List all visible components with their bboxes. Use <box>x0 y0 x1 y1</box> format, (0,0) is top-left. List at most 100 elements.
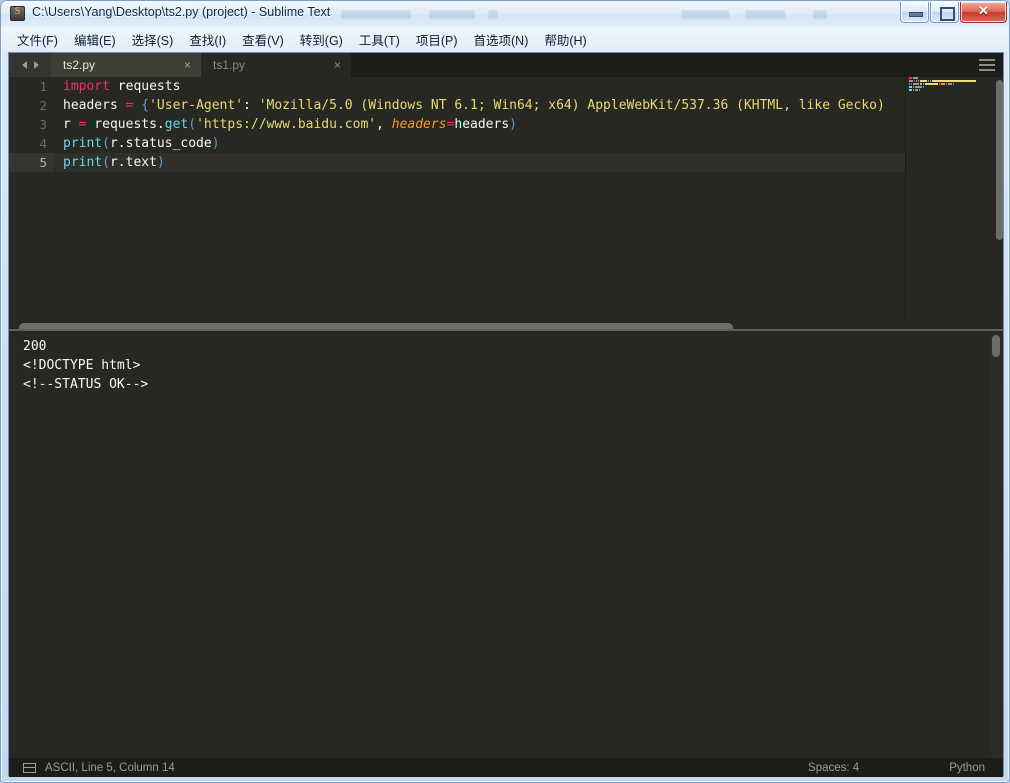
code-token: headers <box>391 117 447 132</box>
code-token: get <box>164 117 189 132</box>
window-title: C:\Users\Yang\Desktop\ts2.py (project) -… <box>32 5 331 19</box>
code-token: print <box>63 136 103 151</box>
build-output-panel[interactable]: 200 <!DOCTYPE html> <!--STATUS OK--> <box>9 329 1003 758</box>
code-token: 'User-Agent' <box>149 98 244 113</box>
code-token: : <box>243 98 251 113</box>
maximize-button[interactable] <box>930 2 959 23</box>
code-token: import <box>63 79 110 94</box>
menu-item-find[interactable]: 查找(I) <box>181 27 234 53</box>
close-icon[interactable]: × <box>184 59 191 71</box>
minimap-token <box>916 80 917 82</box>
console-line: <!DOCTYPE html> <box>23 358 141 373</box>
code-line[interactable]: print(r.text) <box>54 153 905 172</box>
code-token: headers <box>63 98 126 113</box>
minimap-token <box>920 80 927 82</box>
minimap-token <box>909 83 910 85</box>
minimap-token <box>920 83 922 85</box>
code-token: ) <box>211 136 220 151</box>
minimap-token <box>913 89 914 91</box>
panel-layout-icon[interactable] <box>23 762 36 773</box>
window-controls: ✕ <box>899 2 1007 24</box>
minimap-token <box>909 86 912 88</box>
code-token: headers <box>454 117 510 132</box>
menu-item-file[interactable]: 文件(F) <box>9 27 66 53</box>
menu-item-goto[interactable]: 转到(G) <box>292 27 351 53</box>
code-token: ) <box>509 117 517 132</box>
menu-item-view[interactable]: 查看(V) <box>234 27 292 53</box>
code-token: ( <box>188 117 197 132</box>
console-line: <!--STATUS OK--> <box>23 377 149 392</box>
minimap-token <box>915 89 918 91</box>
application-window: C:\Users\Yang\Desktop\ts2.py (project) -… <box>0 0 1010 783</box>
status-bar: ASCII, Line 5, Column 14 Spaces: 4 Pytho… <box>9 758 1003 777</box>
menu-bar: 文件(F) 编辑(E) 选择(S) 查找(I) 查看(V) 转到(G) 工具(T… <box>2 27 1009 53</box>
minimap-token <box>909 80 913 82</box>
tab-label: ts2.py <box>63 58 96 72</box>
menu-item-preferences[interactable]: 首选项(N) <box>466 27 537 53</box>
minimize-button[interactable] <box>900 2 929 23</box>
tab-navigation[interactable] <box>9 53 51 77</box>
code-line[interactable]: import requests <box>54 77 905 96</box>
minimap-token <box>948 83 952 85</box>
code-token: r <box>63 117 79 132</box>
chevron-left-icon[interactable] <box>21 61 27 69</box>
code-line[interactable]: headers = {'User-Agent': 'Mozilla/5.0 (W… <box>54 96 905 115</box>
line-number-gutter: 1 2 3 4 5 <box>9 77 54 320</box>
scrollbar-thumb[interactable] <box>992 335 1000 357</box>
minimap-token <box>911 83 912 85</box>
code-token: { <box>141 98 150 113</box>
tab-ts2-py[interactable]: ts2.py × <box>51 53 201 77</box>
code-token: 'https://www.baidu.com' <box>196 117 377 132</box>
hamburger-menu-icon[interactable] <box>979 59 995 71</box>
code-token: r.text <box>109 155 157 170</box>
code-token: requests <box>109 79 181 94</box>
status-right-group: Spaces: 4 Python <box>808 762 1003 774</box>
minimap-token <box>930 80 931 82</box>
minimap-token <box>914 80 915 82</box>
indentation-setting[interactable]: Spaces: 4 <box>808 762 859 774</box>
code-token: 'Mozilla/5.0 (Windows NT 6.1; Win64; x64… <box>258 98 885 113</box>
minimap-token <box>909 89 912 91</box>
minimap-token <box>913 86 914 88</box>
syntax-setting[interactable]: Python <box>949 762 985 774</box>
menu-item-help[interactable]: 帮助(H) <box>536 27 594 53</box>
title-bar[interactable]: C:\Users\Yang\Desktop\ts2.py (project) -… <box>1 1 1009 27</box>
code-editor-pane[interactable]: 1 2 3 4 5 import requests headers = {'Us… <box>9 77 1003 320</box>
cursor-position-label: ASCII, Line 5, Column 14 <box>45 761 175 774</box>
sublime-text-icon <box>10 6 25 21</box>
code-line[interactable]: print(r.status_code) <box>54 134 905 153</box>
minimap-token <box>913 83 919 85</box>
tab-label: ts1.py <box>213 58 246 72</box>
minimap-token <box>909 77 912 79</box>
minimap-token <box>941 83 945 85</box>
console-vertical-scrollbar[interactable] <box>991 333 1001 758</box>
code-text-area[interactable]: import requests headers = {'User-Agent':… <box>54 77 905 320</box>
sublime-editor-root: ts2.py × ts1.py × 1 2 3 4 5 import reque… <box>8 52 1004 777</box>
menu-item-tools[interactable]: 工具(T) <box>351 27 408 53</box>
scrollbar-thumb[interactable] <box>996 80 1003 240</box>
tab-bar: ts2.py × ts1.py × <box>9 53 1003 77</box>
code-token: , <box>376 117 392 132</box>
menu-item-selection[interactable]: 选择(S) <box>124 27 182 53</box>
menu-item-project[interactable]: 项目(P) <box>408 27 466 53</box>
minimap-token <box>946 83 947 85</box>
code-minimap[interactable] <box>905 77 995 320</box>
tab-ts1-py[interactable]: ts1.py × <box>201 53 351 77</box>
minimap-token <box>953 83 954 85</box>
console-line: 200 <box>23 339 47 354</box>
code-line[interactable]: r = requests.get('https://www.baidu.com'… <box>54 115 905 134</box>
minimap-token <box>923 86 924 88</box>
menu-item-edit[interactable]: 编辑(E) <box>66 27 124 53</box>
chevron-right-icon[interactable] <box>33 61 39 69</box>
close-icon[interactable]: × <box>334 59 341 71</box>
code-token: print <box>63 155 103 170</box>
code-token: requests. <box>86 117 165 132</box>
close-button[interactable]: ✕ <box>960 2 1007 23</box>
editor-vertical-scrollbar[interactable] <box>995 77 1003 320</box>
minimap-line <box>906 89 995 92</box>
minimap-token <box>918 80 919 82</box>
minimap-token <box>919 89 920 91</box>
console-output: 200 <!DOCTYPE html> <!--STATUS OK--> <box>23 337 983 394</box>
line-number: 2 <box>39 98 47 113</box>
